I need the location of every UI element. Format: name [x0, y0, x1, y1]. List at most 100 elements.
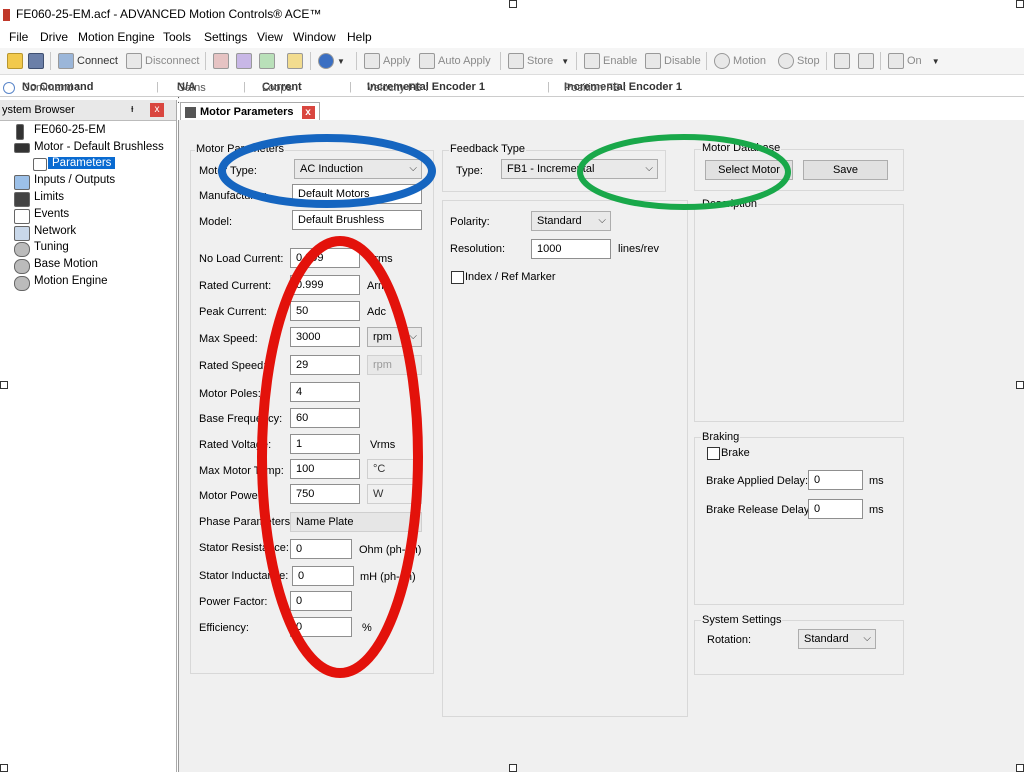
disconnect-button[interactable]: Disconnect — [126, 53, 199, 69]
menu-motion-engine[interactable]: Motion Engine — [78, 30, 155, 44]
enable-button[interactable]: Enable — [584, 53, 637, 69]
index-ref-marker-checkbox[interactable] — [451, 271, 464, 284]
resize-handle[interactable] — [509, 764, 517, 772]
resize-handle[interactable] — [0, 381, 8, 389]
save-file-button[interactable] — [28, 53, 47, 69]
resize-handle[interactable] — [0, 764, 8, 772]
status-bar: Command : No Command | Gains : N/A | Loo… — [0, 80, 1024, 106]
chevron-down-icon: ⌵ — [863, 633, 871, 644]
efficiency-field[interactable]: 0 — [290, 617, 352, 637]
tool-button-1[interactable] — [213, 53, 232, 69]
tree-item-motion-engine[interactable]: Motion Engine — [0, 275, 176, 291]
disable-button[interactable]: Disable — [645, 53, 701, 69]
pin-icon[interactable]: ᵻ — [131, 103, 133, 115]
status-gains: Gains : N/A — [177, 81, 206, 106]
motor-power-field[interactable]: 750 — [290, 484, 360, 504]
manufacturer-field[interactable]: Default Motors — [292, 184, 422, 204]
menu-settings[interactable]: Settings — [204, 30, 247, 44]
on-button[interactable]: On ▼ — [888, 53, 940, 69]
tree-item-network[interactable]: Network — [0, 225, 176, 241]
tool-button-5[interactable] — [834, 53, 853, 69]
help-button[interactable]: ▼ — [318, 53, 345, 69]
rated-speed-field[interactable]: 29 — [290, 355, 360, 375]
tool-button-4[interactable] — [287, 53, 306, 69]
motor-type-select[interactable]: AC Induction ⌵ — [294, 159, 422, 179]
tree-item-tuning[interactable]: Tuning — [0, 241, 176, 257]
toolbar-separator — [500, 52, 501, 70]
stop-button[interactable]: Stop — [778, 53, 820, 69]
tree-label: Base Motion — [34, 258, 98, 270]
auto-apply-button[interactable]: Auto Apply — [419, 53, 491, 69]
brake-applied-delay-field[interactable]: 0 — [808, 470, 863, 490]
max-speed-field[interactable]: 3000 — [290, 327, 360, 347]
motor-type-value: AC Induction — [300, 163, 363, 175]
polarity-select[interactable]: Standard ⌵ — [531, 211, 611, 231]
no-load-current-field[interactable]: 0.999 — [290, 248, 360, 268]
save-button[interactable]: Save — [803, 160, 888, 180]
stator-inductance-field[interactable]: 0 — [292, 566, 354, 586]
stator-resistance-field[interactable]: 0 — [290, 539, 352, 559]
tree-item-motor[interactable]: Motor - Default Brushless — [0, 141, 176, 157]
tree-item-parameters[interactable]: Parameters — [0, 157, 176, 173]
connect-button[interactable]: Connect — [58, 53, 118, 69]
disable-label: Disable — [664, 55, 701, 67]
max-motor-temp-field[interactable]: 100 — [290, 459, 360, 479]
tree-item-drive[interactable]: FE060-25-EM — [0, 124, 176, 140]
tool-button-2[interactable] — [236, 53, 255, 69]
menu-drive[interactable]: Drive — [40, 30, 68, 44]
tool-button-3[interactable] — [259, 53, 278, 69]
tree-label: Parameters — [48, 157, 116, 169]
model-field[interactable]: Default Brushless — [292, 210, 422, 230]
feedback-type-select[interactable]: FB1 - Incremental ⌵ — [501, 159, 658, 179]
connect-icon — [58, 53, 74, 69]
apply-button[interactable]: Apply — [364, 53, 411, 69]
rated-current-unit: Arms — [367, 280, 393, 292]
tree-item-limits[interactable]: Limits — [0, 191, 176, 207]
menu-help[interactable]: Help — [347, 30, 372, 44]
resize-handle[interactable] — [1016, 0, 1024, 8]
drive-icon — [16, 124, 24, 140]
store-button[interactable]: Store ▼ — [508, 53, 569, 69]
select-motor-button[interactable]: Select Motor — [705, 160, 793, 180]
stator-inductance-label: Stator Inductance: — [199, 570, 289, 582]
tree-item-inputs-outputs[interactable]: Inputs / Outputs — [0, 174, 176, 190]
resize-handle[interactable] — [509, 0, 517, 8]
power-factor-field[interactable]: 0 — [290, 591, 352, 611]
manufacturer-label: Manufacturer: — [199, 190, 267, 202]
peak-current-field[interactable]: 50 — [290, 301, 360, 321]
status-loops: Loops : Current — [262, 81, 302, 94]
close-icon[interactable]: x — [301, 105, 315, 119]
resolution-field[interactable]: 1000 — [531, 239, 611, 259]
stop-icon — [778, 53, 794, 69]
base-frequency-field[interactable]: 60 — [290, 408, 360, 428]
rated-current-field[interactable]: 0.999 — [290, 275, 360, 295]
menu-file[interactable]: File — [9, 30, 28, 44]
scope-icon — [834, 53, 850, 69]
rated-voltage-field[interactable]: 1 — [290, 434, 360, 454]
resize-handle[interactable] — [1016, 381, 1024, 389]
status-loops-label: Loops : — [262, 82, 299, 94]
menu-window[interactable]: Window — [293, 30, 336, 44]
open-button[interactable] — [7, 53, 26, 69]
max-speed-unit-select[interactable]: rpm ⌵ — [367, 327, 422, 347]
tree-label: Limits — [34, 191, 65, 203]
brake-release-delay-field[interactable]: 0 — [808, 499, 863, 519]
status-position-fb: Position FB : Incremental Encoder 1 — [564, 81, 682, 94]
resize-handle[interactable] — [1016, 764, 1024, 772]
motion-button[interactable]: Motion — [714, 53, 766, 69]
brake-checkbox[interactable] — [707, 447, 720, 460]
menu-view[interactable]: View — [257, 30, 283, 44]
help-icon — [318, 53, 334, 69]
phase-parameters-select[interactable]: Name Plate — [290, 512, 422, 532]
brake-applied-delay-unit: ms — [869, 475, 884, 487]
tab-motor-parameters[interactable]: Motor Parameters x — [180, 102, 320, 121]
tool-button-6[interactable] — [858, 53, 877, 69]
tree-item-base-motion[interactable]: Base Motion — [0, 258, 176, 274]
tree-label: Network — [34, 225, 77, 237]
tree-item-events[interactable]: Events — [0, 208, 176, 224]
crosshair-icon — [858, 53, 874, 69]
rotation-select[interactable]: Standard ⌵ — [798, 629, 876, 649]
close-icon[interactable]: x — [150, 103, 164, 117]
menu-tools[interactable]: Tools — [163, 30, 191, 44]
motor-poles-field[interactable]: 4 — [290, 382, 360, 402]
